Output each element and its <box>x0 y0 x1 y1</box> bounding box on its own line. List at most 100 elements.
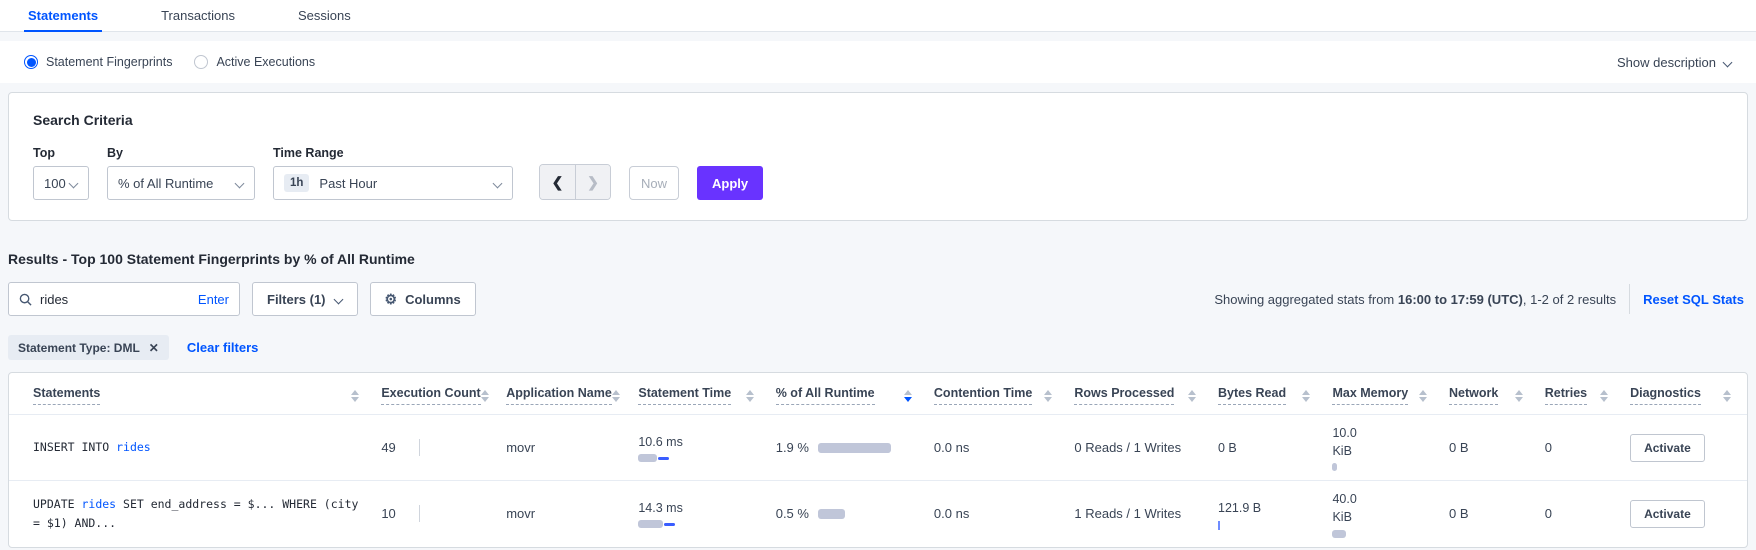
time-range-select[interactable]: 1h Past Hour <box>273 166 513 200</box>
filter-chip-statement-type: Statement Type: DML ✕ <box>8 335 169 360</box>
network-value: 0 B <box>1449 440 1469 455</box>
column-header-statements[interactable]: Statements <box>9 373 375 415</box>
columns-button-label: Columns <box>405 292 461 307</box>
count-bar <box>419 505 420 522</box>
max-memory-bar <box>1332 530 1346 538</box>
time-range-value: Past Hour <box>319 176 377 191</box>
sort-icon[interactable] <box>904 390 912 402</box>
columns-button[interactable]: ⚙ Columns <box>370 282 476 316</box>
column-header-contention-time[interactable]: Contention Time <box>928 373 1068 415</box>
chevron-down-icon <box>69 179 78 188</box>
column-header-execution-count[interactable]: Execution Count <box>375 373 500 415</box>
statement-link[interactable]: INSERT INTO rides <box>33 440 151 454</box>
statements-table: Statements Execution Count Application N… <box>9 373 1747 547</box>
top-field: Top 100 <box>33 146 89 200</box>
close-icon[interactable]: ✕ <box>149 341 159 355</box>
runtime-bar <box>818 509 845 519</box>
main-tabbar: Statements Transactions Sessions <box>0 0 1756 32</box>
radio-statement-fingerprints[interactable]: Statement Fingerprints <box>24 55 172 69</box>
retries-value: 0 <box>1545 506 1552 521</box>
apply-button[interactable]: Apply <box>697 166 763 200</box>
sort-icon[interactable] <box>1723 390 1731 402</box>
top-label: Top <box>33 146 89 160</box>
column-header-bytes-read[interactable]: Bytes Read <box>1212 373 1326 415</box>
runtime-pct-value: 0.5 % <box>776 506 809 521</box>
radio-active-executions[interactable]: Active Executions <box>194 55 315 69</box>
sort-icon[interactable] <box>1515 390 1523 402</box>
statement-time-bar <box>638 520 663 528</box>
activate-diagnostics-button[interactable]: Activate <box>1630 500 1705 528</box>
bytes-read-value: 0 B <box>1218 439 1264 457</box>
search-icon <box>19 293 32 306</box>
contention-time-value: 0.0 ns <box>934 440 969 455</box>
column-header-rows-processed[interactable]: Rows Processed <box>1068 373 1212 415</box>
previous-time-window-button[interactable]: ❮ <box>540 165 575 199</box>
sql-text: INSERT INTO <box>33 440 116 454</box>
results-heading: Results - Top 100 Statement Fingerprints… <box>8 251 1748 267</box>
by-select-value: % of All Runtime <box>118 176 213 191</box>
by-label: By <box>107 146 255 160</box>
statement-time-bar <box>638 454 657 462</box>
show-description-toggle[interactable]: Show description <box>1617 55 1732 70</box>
filters-button[interactable]: Filters (1) <box>252 282 358 316</box>
time-range-label: Time Range <box>273 146 513 160</box>
column-header-statement-time[interactable]: Statement Time <box>632 373 769 415</box>
top-select[interactable]: 100 <box>33 166 89 200</box>
filter-chip-label: Statement Type: DML <box>18 341 140 355</box>
reset-sql-stats-link[interactable]: Reset SQL Stats <box>1643 292 1748 307</box>
by-select[interactable]: % of All Runtime <box>107 166 255 200</box>
clear-filters-link[interactable]: Clear filters <box>187 340 259 355</box>
column-header-pct-of-all-runtime[interactable]: % of All Runtime <box>770 373 928 415</box>
sql-text: UPDATE <box>33 497 81 511</box>
radio-label: Active Executions <box>216 55 315 69</box>
max-memory-value: 40.0 KiB <box>1332 490 1378 526</box>
results-controls-row: Enter Filters (1) ⚙ Columns Showing aggr… <box>8 282 1748 316</box>
statement-time-mean-marker <box>658 457 669 460</box>
tab-transactions[interactable]: Transactions <box>157 1 239 32</box>
column-header-network[interactable]: Network <box>1443 373 1539 415</box>
statement-time-mean-marker <box>664 523 675 526</box>
rows-processed-value: 0 Reads / 1 Writes <box>1074 440 1181 455</box>
sort-icon[interactable] <box>481 390 489 402</box>
chevron-down-icon <box>1723 58 1732 67</box>
filter-chip-row: Statement Type: DML ✕ Clear filters <box>8 335 1748 360</box>
count-bar <box>419 439 420 456</box>
statements-table-card: Statements Execution Count Application N… <box>8 372 1748 548</box>
top-select-value: 100 <box>44 176 66 191</box>
column-header-diagnostics[interactable]: Diagnostics <box>1624 373 1747 415</box>
tab-statements[interactable]: Statements <box>24 1 102 32</box>
contention-time-value: 0.0 ns <box>934 506 969 521</box>
gear-icon: ⚙ <box>385 291 398 308</box>
statement-link[interactable]: UPDATE rides SET end_address = $... WHER… <box>33 497 358 530</box>
sort-icon[interactable] <box>1044 390 1052 402</box>
search-input[interactable] <box>40 292 190 307</box>
sort-icon[interactable] <box>746 390 754 402</box>
column-header-application-name[interactable]: Application Name <box>500 373 632 415</box>
sort-icon[interactable] <box>1419 390 1427 402</box>
search-enter-link[interactable]: Enter <box>198 292 229 307</box>
sort-icon[interactable] <box>351 390 359 402</box>
sort-icon[interactable] <box>1188 390 1196 402</box>
stats-summary: Showing aggregated stats from 16:00 to 1… <box>1214 292 1616 307</box>
now-button[interactable]: Now <box>629 166 679 200</box>
application-name-value: movr <box>506 506 535 521</box>
sort-icon[interactable] <box>1600 390 1608 402</box>
filters-button-label: Filters (1) <box>267 292 326 307</box>
time-window-arrows: ❮ ❯ <box>539 164 611 200</box>
sort-icon[interactable] <box>612 390 620 402</box>
search-criteria-title: Search Criteria <box>33 112 1723 128</box>
next-time-window-button[interactable]: ❯ <box>575 165 610 199</box>
bytes-read-bar <box>1218 521 1220 530</box>
chevron-down-icon <box>235 179 244 188</box>
tab-sessions[interactable]: Sessions <box>294 1 355 32</box>
activate-diagnostics-button[interactable]: Activate <box>1630 434 1705 462</box>
retries-value: 0 <box>1545 440 1552 455</box>
bytes-read-value: 121.9 B <box>1218 499 1264 517</box>
stats-summary-prefix: Showing aggregated stats from <box>1214 292 1398 307</box>
runtime-bar <box>818 443 891 453</box>
column-header-retries[interactable]: Retries <box>1539 373 1624 415</box>
sort-icon[interactable] <box>1302 390 1310 402</box>
column-header-max-memory[interactable]: Max Memory <box>1326 373 1443 415</box>
search-criteria-card: Search Criteria Top 100 By % of All Runt… <box>8 92 1748 221</box>
radio-icon <box>24 55 38 69</box>
